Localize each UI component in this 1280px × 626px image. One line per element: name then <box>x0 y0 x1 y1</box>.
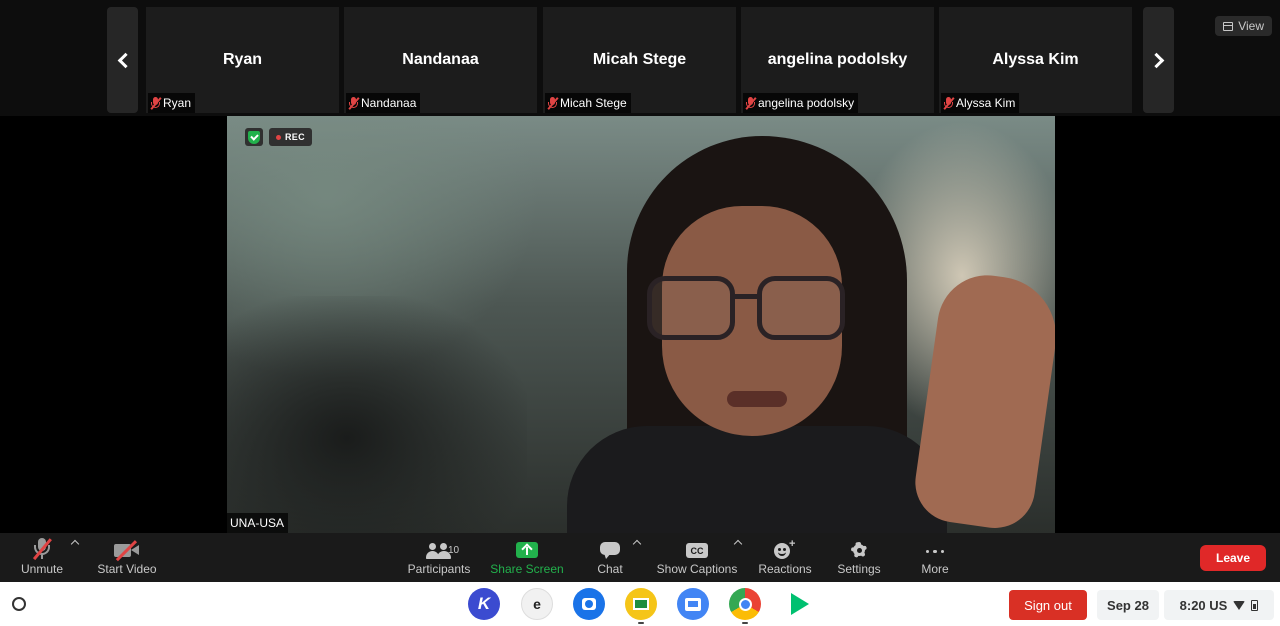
more-dots-icon <box>925 549 945 553</box>
participant-tile[interactable]: Micah Stege Micah Stege <box>543 7 736 113</box>
previous-page-button[interactable] <box>107 7 138 113</box>
edpuzzle-app-icon[interactable]: e <box>521 588 553 620</box>
participant-name: Ryan <box>222 51 263 68</box>
participant-label: Nandanaa <box>346 93 421 113</box>
participant-tile[interactable]: Alyssa Kim Alyssa Kim <box>939 7 1132 113</box>
muted-mic-icon <box>547 96 559 110</box>
participants-icon: 10 <box>426 542 459 560</box>
speaker-figure <box>567 136 947 533</box>
closed-captions-icon: CC <box>686 543 708 558</box>
muted-microphone-icon <box>32 538 52 560</box>
google-classroom-app-icon[interactable] <box>625 588 657 620</box>
wifi-icon <box>1233 600 1246 610</box>
participant-label: Alyssa Kim <box>941 93 1020 113</box>
screencastify-app-icon[interactable] <box>677 588 709 620</box>
reactions-icon: + <box>774 538 796 560</box>
participant-name: Nandanaa <box>402 51 479 68</box>
participant-strip: Ryan Ryan Nandanaa Nandanaa Micah Stege … <box>0 0 1280 116</box>
participants-button[interactable]: 10 Participants <box>406 533 472 582</box>
muted-mic-icon <box>348 96 360 110</box>
muted-mic-icon <box>745 96 757 110</box>
muted-mic-icon <box>943 96 955 110</box>
encryption-shield-icon[interactable] <box>245 128 263 146</box>
date-display[interactable]: Sep 28 <box>1097 590 1159 620</box>
unmute-button[interactable]: Unmute <box>17 533 67 582</box>
gear-icon <box>849 540 869 560</box>
chat-button[interactable]: Chat <box>593 533 627 582</box>
show-captions-button[interactable]: CC Show Captions <box>656 533 738 582</box>
kami-app-icon[interactable]: K <box>468 588 500 620</box>
participant-label: angelina podolsky <box>743 93 859 113</box>
participant-label: Micah Stege <box>545 93 631 113</box>
more-button[interactable]: More <box>918 533 952 582</box>
view-button[interactable]: View <box>1215 16 1272 36</box>
chat-bubble-icon <box>600 542 620 560</box>
participant-name: Micah Stege <box>592 51 687 68</box>
share-screen-icon <box>516 542 538 558</box>
start-video-button[interactable]: Start Video <box>96 533 158 582</box>
running-indicator <box>638 622 644 624</box>
chevron-right-icon <box>1148 52 1164 68</box>
leave-button[interactable]: Leave <box>1200 545 1266 571</box>
audio-options-caret[interactable] <box>70 539 80 549</box>
video-name-label: UNA-USA <box>227 513 289 533</box>
chromeos-shelf: K e Sign out Sep 28 8:20 US <box>0 582 1280 626</box>
participant-tile[interactable]: Ryan Ryan <box>146 7 339 113</box>
record-dot-icon <box>276 134 281 140</box>
participant-label: Ryan <box>148 93 196 113</box>
recording-badge[interactable]: REC <box>269 128 312 146</box>
participant-count: 10 <box>448 545 460 556</box>
running-indicator <box>742 622 748 624</box>
active-speaker-video[interactable]: REC UNA-USA <box>227 116 1055 533</box>
chevron-left-icon <box>117 52 133 68</box>
next-page-button[interactable] <box>1143 7 1174 113</box>
camera-app-icon[interactable] <box>573 588 605 620</box>
system-tray[interactable]: 8:20 US <box>1164 590 1274 620</box>
participant-tile[interactable]: Nandanaa Nandanaa <box>344 7 537 113</box>
launcher-icon[interactable] <box>12 597 26 611</box>
chrome-app-icon[interactable] <box>729 588 761 620</box>
zoom-meeting-window: Ryan Ryan Nandanaa Nandanaa Micah Stege … <box>0 0 1280 626</box>
settings-button[interactable]: Settings <box>836 533 882 582</box>
muted-mic-icon <box>150 96 162 110</box>
participant-name: Alyssa Kim <box>992 51 1079 68</box>
sign-out-button[interactable]: Sign out <box>1009 590 1087 620</box>
video-off-icon <box>114 540 140 561</box>
grid-icon <box>1223 21 1234 31</box>
participant-name: angelina podolsky <box>767 51 908 68</box>
meeting-controls: Unmute Start Video 10 Participants Share… <box>0 533 1280 582</box>
battery-icon <box>1251 599 1259 611</box>
share-screen-button[interactable]: Share Screen <box>490 533 564 582</box>
play-store-app-icon[interactable] <box>782 588 814 620</box>
participant-tile[interactable]: angelina podolsky angelina podolsky <box>741 7 934 113</box>
time-locale-text: 8:20 US <box>1179 597 1228 613</box>
meeting-badges: REC <box>245 128 312 146</box>
chat-options-caret[interactable] <box>632 539 642 549</box>
reactions-button[interactable]: + Reactions <box>757 533 813 582</box>
view-button-label: View <box>1238 19 1264 33</box>
